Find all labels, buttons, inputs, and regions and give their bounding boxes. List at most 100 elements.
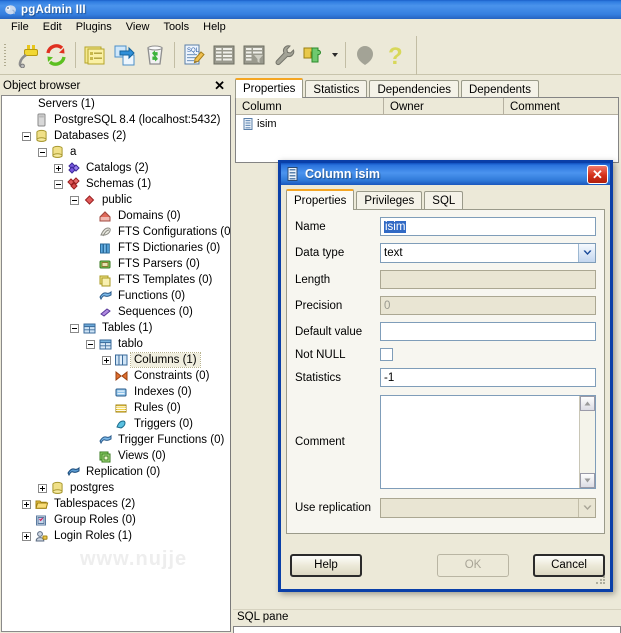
sql-editor-button[interactable]: SQL: [179, 39, 209, 71]
tree-item-triggers-0[interactable]: Triggers (0): [2, 416, 230, 432]
comment-textarea[interactable]: [380, 395, 596, 489]
expand-icon[interactable]: [102, 355, 111, 365]
maintenance-button[interactable]: [269, 39, 299, 71]
drop-object-button[interactable]: [140, 39, 170, 71]
label-not-null: Not NULL: [295, 348, 346, 361]
not-null-checkbox[interactable]: [380, 348, 393, 361]
tab-statistics[interactable]: Statistics: [305, 80, 368, 98]
tab-properties[interactable]: Properties: [235, 78, 304, 98]
tree-item-tables-1[interactable]: Tables (1): [2, 320, 230, 336]
tree-item-tablo[interactable]: tablo: [2, 336, 230, 352]
dialog-tab-properties[interactable]: Properties: [286, 189, 355, 210]
tree-item-schemas-1[interactable]: Schemas (1): [2, 176, 230, 192]
tree-item-sequences-0[interactable]: Sequences (0): [2, 304, 230, 320]
properties-list-icon: [82, 42, 108, 68]
name-input[interactable]: isim: [380, 217, 596, 236]
tree-item-group-roles-0[interactable]: Group Roles (0): [2, 512, 230, 528]
column-header-comment[interactable]: Comment: [504, 98, 618, 114]
column-header-owner[interactable]: Owner: [384, 98, 504, 114]
menu-item-help[interactable]: Help: [196, 20, 233, 34]
tree-item-indexes-0[interactable]: Indexes (0): [2, 384, 230, 400]
help-button[interactable]: Help: [290, 553, 362, 577]
dialog-tab-privileges[interactable]: Privileges: [356, 191, 423, 210]
label-precision: Precision: [295, 299, 343, 312]
scroll-down-button[interactable]: [580, 473, 595, 488]
expand-icon[interactable]: [22, 499, 31, 509]
tree-item-a[interactable]: a: [2, 144, 230, 160]
label-length: Length: [295, 273, 331, 286]
view-filtered-data-button[interactable]: [239, 39, 269, 71]
tree-item-databases-2[interactable]: Databases (2): [2, 128, 230, 144]
tree-item-trigger-functions-0[interactable]: Trigger Functions (0): [2, 432, 230, 448]
tree-item-fts-configurations-0[interactable]: FTS Configurations (0): [2, 224, 230, 240]
status-text: SQL pane: [237, 611, 289, 623]
tree-item-label: Databases (2): [54, 130, 127, 142]
help-button[interactable]: ?: [380, 39, 410, 71]
pgadmin-window: pgAdmin III File Edit Plugins View Tools…: [0, 0, 621, 633]
tree-item-postgres[interactable]: postgres: [2, 480, 230, 496]
fts-dictionaries-icon: [97, 241, 113, 256]
statistics-input[interactable]: -1: [380, 368, 596, 387]
collapse-icon[interactable]: [22, 131, 31, 141]
tree-item-label: Indexes (0): [134, 386, 192, 398]
properties-button[interactable]: [80, 39, 110, 71]
tree-item-constraints-0[interactable]: Constraints (0): [2, 368, 230, 384]
collapse-icon[interactable]: [70, 323, 79, 333]
close-icon[interactable]: ✕: [587, 164, 608, 184]
tree-item-public[interactable]: public: [2, 192, 230, 208]
schema-icon: [81, 193, 97, 208]
new-object-button[interactable]: [110, 39, 140, 71]
menu-item-tools[interactable]: Tools: [156, 20, 196, 34]
menu-item-file[interactable]: File: [4, 20, 36, 34]
menu-item-plugins[interactable]: Plugins: [69, 20, 119, 34]
default-value-input[interactable]: [380, 322, 596, 341]
tree-item-domains-0[interactable]: Domains (0): [2, 208, 230, 224]
close-icon[interactable]: ✕: [212, 79, 227, 92]
collapse-icon[interactable]: [38, 147, 47, 157]
chevron-down-icon[interactable]: [578, 244, 595, 262]
plugins-dropdown-button[interactable]: [329, 39, 341, 71]
tree-item-columns-1[interactable]: Columns (1): [2, 352, 230, 368]
collapse-icon[interactable]: [70, 195, 79, 205]
column-header-column[interactable]: Column: [236, 98, 384, 114]
tab-dependencies[interactable]: Dependencies: [369, 80, 459, 98]
tab-dependents[interactable]: Dependents: [460, 80, 539, 98]
object-browser-tree[interactable]: Servers (1) PostgreSQL 8.4 (localhost:543…: [1, 95, 231, 632]
comment-vertical-scrollbar[interactable]: [579, 396, 595, 488]
toolbar-grip[interactable]: [2, 42, 8, 68]
dialog-resize-grip[interactable]: [595, 574, 607, 586]
tree-item-views-0[interactable]: Views (0): [2, 448, 230, 464]
tree-item-tablespaces-2[interactable]: Tablespaces (2): [2, 496, 230, 512]
tree-item-catalogs-2[interactable]: Catalogs (2): [2, 160, 230, 176]
tree-item-servers-1[interactable]: Servers (1): [2, 96, 230, 112]
expand-icon[interactable]: [54, 163, 63, 173]
tree-item-fts-parsers-0[interactable]: FTS Parsers (0): [2, 256, 230, 272]
properties-grid[interactable]: Column Owner Comment isim: [235, 97, 619, 163]
data-type-select[interactable]: text: [380, 243, 596, 263]
menu-item-view[interactable]: View: [119, 20, 157, 34]
refresh-button[interactable]: [41, 39, 71, 71]
plugins-button[interactable]: [299, 39, 329, 71]
scroll-up-button[interactable]: [580, 396, 595, 411]
label-comment: Comment: [295, 436, 345, 448]
view-data-button[interactable]: [209, 39, 239, 71]
connect-server-button[interactable]: [11, 39, 41, 71]
tree-item-replication-0[interactable]: Replication (0): [2, 464, 230, 480]
tree-item-login-roles-1[interactable]: Login Roles (1): [2, 528, 230, 544]
expand-icon[interactable]: [38, 483, 47, 493]
fts-parsers-icon: [97, 257, 113, 272]
collapse-icon[interactable]: [86, 339, 95, 349]
comment-textarea-value: [381, 396, 579, 488]
tree-item-label: Schemas (1): [86, 178, 152, 190]
menu-item-edit[interactable]: Edit: [36, 20, 69, 34]
tree-item-postgresql-8-4-localhost-5432[interactable]: PostgreSQL 8.4 (localhost:5432): [2, 112, 230, 128]
dialog-tab-sql[interactable]: SQL: [424, 191, 464, 210]
tree-item-fts-templates-0[interactable]: FTS Templates (0): [2, 272, 230, 288]
collapse-icon[interactable]: [54, 179, 63, 189]
drop-cascaded-button[interactable]: [350, 39, 380, 71]
tree-item-fts-dictionaries-0[interactable]: FTS Dictionaries (0): [2, 240, 230, 256]
table-row[interactable]: isim: [236, 115, 618, 132]
expand-icon[interactable]: [22, 531, 31, 541]
tree-item-functions-0[interactable]: Functions (0): [2, 288, 230, 304]
tree-item-rules-0[interactable]: Rules (0): [2, 400, 230, 416]
